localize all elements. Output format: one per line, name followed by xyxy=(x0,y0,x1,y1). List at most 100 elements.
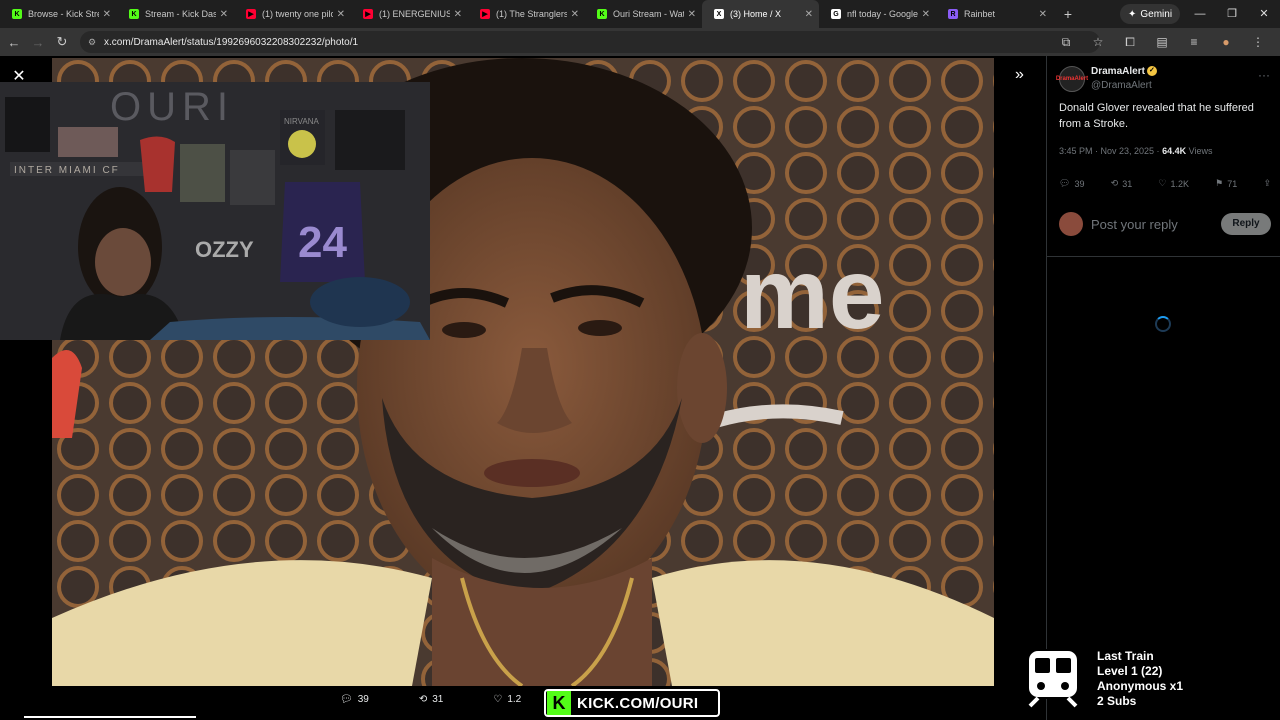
photo-action-bar: 💬︎ 39 ⟲ 31 ♡ 1.2 xyxy=(340,694,521,705)
bookmark-star-icon[interactable]: ☆ xyxy=(1082,35,1114,49)
tab-title: nfl today - Google xyxy=(847,9,918,19)
photo-repost-action[interactable]: ⟲ 31 xyxy=(419,694,444,705)
browser-tab[interactable]: K Ouri Stream - Watc ✕ xyxy=(585,0,702,28)
tweet-text: Donald Glover revealed that he suffered … xyxy=(1059,102,1254,130)
photo-repost-count: 31 xyxy=(432,694,444,705)
browser-tab[interactable]: ▶ (1) twenty one pilot ✕ xyxy=(234,0,351,28)
divider xyxy=(1047,256,1280,257)
webcam-banner-text: INTER MIAMI CF xyxy=(14,165,120,176)
minimize-icon[interactable]: — xyxy=(1184,0,1216,28)
tweet-sidebar: DramaAlert DramaAlert ✓ @DramaAlert ··· D… xyxy=(1046,56,1280,720)
browser-toolbar-icons: ⧉ ☆ ⧠ ▤ ≡ ● ⋮ xyxy=(1050,28,1274,56)
tab-title: (1) The Stranglers - xyxy=(496,9,567,19)
tab-title: (1) ENERGENIUS - C xyxy=(379,9,450,19)
webcam-poster-text: NIRVANA xyxy=(284,117,319,126)
tweet-views-count: 64.4K xyxy=(1162,146,1187,156)
more-options-icon[interactable]: ··· xyxy=(1258,68,1270,82)
browser-tab[interactable]: ▶ (1) The Stranglers - ✕ xyxy=(468,0,585,28)
heart-icon: ♡ xyxy=(493,694,503,705)
browser-tab[interactable]: R Rainbet ✕ xyxy=(936,0,1053,28)
photo-reply-action[interactable]: 💬︎ 39 xyxy=(340,694,369,705)
gemini-button[interactable]: ✦ Gemini xyxy=(1120,4,1181,24)
reply-button[interactable]: Reply xyxy=(1221,213,1271,235)
bookmark-action[interactable]: ⚑ 71 xyxy=(1215,178,1237,189)
reload-icon[interactable]: ↻ xyxy=(50,34,74,50)
new-tab-icon[interactable]: + xyxy=(1053,6,1083,22)
x-icon: X xyxy=(714,9,724,19)
reply-icon: 💬︎ xyxy=(1059,178,1071,188)
reply-composer: Post your reply Reply xyxy=(1059,212,1271,236)
tab-title: Rainbet xyxy=(964,9,996,19)
train-user: Anonymous x1 xyxy=(1097,679,1184,693)
browser-tab[interactable]: X (3) Home / X ✕ xyxy=(702,0,819,28)
repost-icon: ⟲ xyxy=(1110,178,1119,188)
repost-count: 31 xyxy=(1122,178,1133,189)
site-info-icon[interactable]: ⚙ xyxy=(88,37,96,48)
author-handle[interactable]: @DramaAlert xyxy=(1091,80,1157,91)
browser-tab[interactable]: K Stream - Kick Dashb ✕ xyxy=(117,0,234,28)
bookmark-count: 71 xyxy=(1227,178,1238,189)
train-title: Last Train xyxy=(1097,649,1154,663)
media-progress-line xyxy=(24,716,196,718)
close-tab-icon[interactable]: ✕ xyxy=(1039,9,1047,20)
google-icon: G xyxy=(831,9,841,19)
repost-icon: ⟲ xyxy=(418,694,428,705)
kick-icon: K xyxy=(12,9,22,19)
repost-action[interactable]: ⟲ 31 xyxy=(1111,178,1133,189)
share-icon: ⇪ xyxy=(1263,178,1271,188)
close-tab-icon[interactable]: ✕ xyxy=(571,9,579,20)
expand-sidebar-icon[interactable]: » xyxy=(1015,66,1024,84)
bookmark-icon: ⚑ xyxy=(1215,178,1224,188)
close-tab-icon[interactable]: ✕ xyxy=(337,9,345,20)
close-tab-icon[interactable]: ✕ xyxy=(922,9,930,20)
rainbet-icon: R xyxy=(948,9,958,19)
gemini-label: Gemini xyxy=(1140,8,1173,20)
close-tab-icon[interactable]: ✕ xyxy=(688,9,696,20)
train-icon xyxy=(1026,648,1080,708)
tweet-author[interactable]: DramaAlert DramaAlert ✓ @DramaAlert xyxy=(1055,66,1157,92)
webcam-overlay: OURI INTER MIAMI CF NIRVANA 24 OZZY xyxy=(0,82,430,340)
browser-tab-bar: K Browse - Kick Strea ✕ K Stream - Kick Dash… xyxy=(0,0,1280,28)
browser-tab[interactable]: K Browse - Kick Strea ✕ xyxy=(0,0,117,28)
url-field[interactable]: ⚙ x.com/DramaAlert/status/19926960322083… xyxy=(80,31,1100,53)
back-icon[interactable]: ← xyxy=(2,35,26,50)
close-window-icon[interactable]: ✕ xyxy=(1248,0,1280,28)
author-avatar[interactable]: DramaAlert xyxy=(1055,66,1089,92)
close-tab-icon[interactable]: ✕ xyxy=(103,9,111,20)
tab-title: (3) Home / X xyxy=(730,9,782,19)
reply-input[interactable]: Post your reply xyxy=(1091,217,1221,232)
photo-like-action[interactable]: ♡ 1.2 xyxy=(493,694,521,705)
jersey-number: 24 xyxy=(298,218,347,267)
close-tab-icon[interactable]: ✕ xyxy=(454,9,462,20)
close-tab-icon[interactable]: ✕ xyxy=(805,9,813,20)
webcam-feed-image: OURI INTER MIAMI CF NIRVANA 24 OZZY xyxy=(0,82,430,340)
restore-icon[interactable]: ❐ xyxy=(1216,0,1248,28)
profile-avatar-icon[interactable]: ● xyxy=(1210,35,1242,49)
browser-tab[interactable]: Gnfl today - Google ✕ xyxy=(819,0,936,28)
window-controls: — ❐ ✕ xyxy=(1184,0,1280,28)
like-action[interactable]: ♡ 1.2K xyxy=(1158,178,1189,189)
tab-title: Browse - Kick Strea xyxy=(28,9,99,19)
extensions-icon[interactable]: ⧠ xyxy=(1114,35,1146,50)
tweet-stats: 💬︎ 39 ⟲ 31 ♡ 1.2K ⚑ 71 ⇪ xyxy=(1059,178,1271,189)
tab-title: Ouri Stream - Watc xyxy=(613,9,684,19)
author-name-row[interactable]: DramaAlert ✓ xyxy=(1091,66,1157,77)
browser-tab[interactable]: ▶ (1) ENERGENIUS - C ✕ xyxy=(351,0,468,28)
share-action[interactable]: ⇪ xyxy=(1263,178,1271,189)
hype-train-info: Last Train Level 1 (22) Anonymous x1 2 S… xyxy=(1097,649,1183,709)
install-icon[interactable]: ⧉ xyxy=(1050,35,1082,50)
url-text: x.com/DramaAlert/status/1992696032208302… xyxy=(104,36,359,48)
menu-icon[interactable]: ⋮ xyxy=(1242,35,1274,49)
close-tab-icon[interactable]: ✕ xyxy=(220,9,228,20)
reply-action[interactable]: 💬︎ 39 xyxy=(1059,178,1084,189)
like-count: 1.2K xyxy=(1170,178,1189,189)
reading-list-icon[interactable]: ≡ xyxy=(1178,35,1210,49)
youtube-icon: ▶ xyxy=(363,9,373,19)
train-level: Level 1 (22) xyxy=(1097,664,1163,678)
media-icon[interactable]: ▤ xyxy=(1146,35,1178,49)
tweet-meta: 3:45 PM · Nov 23, 2025 · 64.4K Views xyxy=(1059,146,1212,156)
avatar-logo-text: DramaAlert xyxy=(1055,76,1089,82)
forward-icon[interactable]: → xyxy=(26,35,50,50)
reply-icon: 💬︎ xyxy=(340,694,353,705)
tweet-timestamp[interactable]: 3:45 PM · Nov 23, 2025 · xyxy=(1059,146,1160,156)
